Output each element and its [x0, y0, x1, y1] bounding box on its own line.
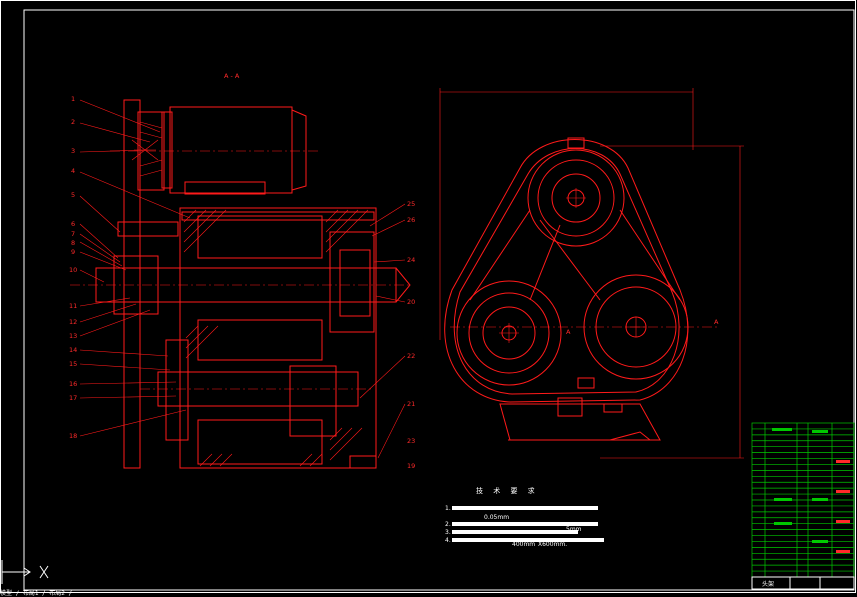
callout-9: 9	[71, 248, 75, 256]
layout-tabs[interactable]: 模型 / 布局1 / 布局2 /	[0, 588, 72, 597]
bill-of-materials	[751, 422, 855, 578]
title-block: 头架	[751, 576, 855, 590]
callout-7: 7	[71, 230, 75, 238]
callout-3: 3	[71, 147, 75, 155]
callout-19: 19	[407, 462, 415, 470]
callout-16: 16	[69, 380, 77, 388]
callout-20: 20	[407, 298, 415, 306]
tech-value-tolerance: 0.05mm	[484, 514, 509, 521]
callout-10: 10	[69, 266, 77, 274]
callout-1: 1	[71, 95, 75, 103]
callout-12: 12	[69, 318, 77, 326]
section-mark-right: A	[714, 318, 719, 326]
callout-2: 2	[71, 118, 75, 126]
callout-17: 17	[69, 394, 77, 402]
section-label: A - A	[224, 72, 240, 80]
tech-note-1: 1.	[445, 505, 451, 512]
section-mark-left: A	[566, 328, 571, 336]
callout-6: 6	[71, 220, 75, 228]
callout-23: 23	[407, 437, 415, 445]
callout-25: 25	[407, 200, 415, 208]
tech-note-2: 2.	[445, 521, 451, 528]
callout-13: 13	[69, 332, 77, 340]
tech-value-400: 400mm	[512, 541, 535, 548]
callout-14: 14	[69, 346, 77, 354]
tech-note-4: 4.	[445, 537, 451, 544]
callout-26: 26	[407, 216, 415, 224]
tech-requirements: 技 术 要 求 1. 2. 3. 4. 0.05mm 5mm 400mm X60…	[445, 486, 604, 548]
callout-24: 24	[407, 256, 415, 264]
callout-8: 8	[71, 239, 75, 247]
callout-4: 4	[71, 167, 75, 175]
tech-value-600: X600mm.	[538, 541, 567, 548]
tech-title: 技 术 要 求	[476, 486, 539, 495]
callout-15: 15	[69, 360, 77, 368]
sheet-border	[0, 0, 856, 593]
tech-note-3: 3.	[445, 529, 451, 536]
end-view	[439, 88, 744, 459]
ucs-axis-icon	[1, 560, 49, 584]
callout-5: 5	[71, 191, 75, 199]
callout-22: 22	[407, 352, 415, 360]
callout-18: 18	[69, 432, 77, 440]
section-view	[70, 99, 411, 469]
cad-drawing-canvas[interactable]: A - A 1 2 3 4 5 6 7 8 9 10 11 12 13 14 1…	[0, 0, 857, 594]
callout-21: 21	[407, 400, 415, 408]
callout-11: 11	[69, 302, 77, 310]
drawing-frame	[23, 9, 855, 591]
tech-value-mm: 5mm	[566, 526, 582, 533]
title-block-name: 头架	[762, 580, 774, 588]
